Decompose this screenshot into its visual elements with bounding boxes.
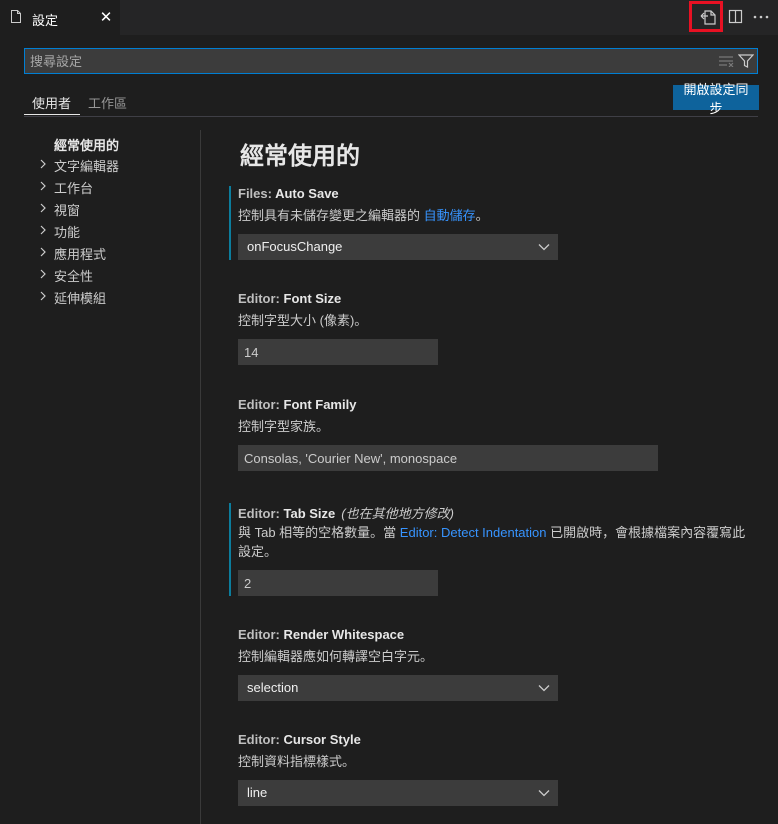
scope-divider (24, 116, 758, 117)
editor-tab-bar: 設定 ✕ (0, 0, 778, 35)
setting-editor-font-size: Editor: Font Size 控制字型大小 (像素)。 (238, 291, 758, 367)
toc-item-label: 視窗 (54, 203, 81, 218)
toc-item-label: 文字編輯器 (54, 159, 120, 174)
setting-title: Editor: Font Size (238, 291, 341, 306)
chevron-right-icon (40, 291, 46, 301)
toc-item-label: 安全性 (54, 269, 94, 284)
toc-item-label: 延伸模組 (54, 291, 107, 306)
setting-category: Editor: (238, 732, 284, 747)
highlight-box (689, 1, 723, 32)
auto-save-link[interactable]: 自動儲存 (424, 208, 476, 223)
tab-size-input[interactable] (238, 570, 438, 596)
chevron-right-icon (40, 247, 46, 257)
tab-workspace-settings[interactable]: 工作區 (88, 93, 127, 112)
clear-filter-icon[interactable] (718, 55, 734, 67)
modified-elsewhere-note: (也在其他地方修改) (341, 506, 454, 521)
cursor-style-select[interactable]: line (238, 780, 558, 806)
tab-user-settings[interactable]: 使用者 (32, 93, 71, 112)
setting-description: 控制字型家族。 (238, 419, 330, 434)
chevron-down-icon (538, 244, 550, 251)
setting-title: Editor: Tab Size (也在其他地方修改) (238, 503, 454, 522)
setting-key: Tab Size (283, 506, 336, 521)
font-size-input[interactable] (238, 339, 438, 365)
settings-tab[interactable]: 設定 ✕ (0, 0, 120, 35)
setting-description: 控制字型大小 (像素)。 (238, 313, 368, 328)
select-value: line (247, 785, 268, 800)
tab-title: 設定 (32, 13, 59, 28)
toc-divider (200, 130, 201, 824)
setting-editor-render-whitespace: Editor: Render Whitespace 控制編輯器應如何轉譯空白字元… (238, 627, 758, 703)
setting-key: Auto Save (275, 186, 339, 201)
setting-files-auto-save: Files: Auto Save 控制具有未儲存變更之編輯器的 自動儲存。 on… (238, 186, 758, 260)
setting-title: Files: Auto Save (238, 186, 339, 201)
setting-description: 控制資料指標樣式。 (238, 754, 356, 769)
chevron-down-icon (538, 685, 550, 692)
toc-item-label: 應用程式 (54, 247, 107, 262)
detect-indentation-link[interactable]: Editor: Detect Indentation (400, 525, 547, 540)
setting-key: Render Whitespace (283, 627, 405, 642)
more-actions-icon[interactable] (751, 8, 771, 26)
setting-category: Editor: (238, 291, 284, 306)
setting-category: Editor: (238, 397, 284, 412)
setting-description: 控制具有未儲存變更之編輯器的 自動儲存。 (238, 206, 758, 225)
active-tab-underline (24, 114, 80, 115)
setting-editor-cursor-style: Editor: Cursor Style 控制資料指標樣式。 line (238, 732, 758, 808)
setting-key: Cursor Style (283, 732, 361, 747)
filter-icon[interactable] (738, 54, 754, 68)
auto-save-select[interactable]: onFocusChange (238, 234, 558, 260)
chevron-right-icon (40, 181, 46, 191)
setting-key: Font Size (283, 291, 342, 306)
setting-editor-font-family: Editor: Font Family 控制字型家族。 (238, 397, 758, 473)
chevron-right-icon (40, 269, 46, 279)
description-text: 控制具有未儲存變更之編輯器的 (238, 208, 424, 223)
chevron-right-icon (40, 203, 46, 213)
chevron-right-icon (40, 159, 46, 169)
setting-title: Editor: Cursor Style (238, 732, 361, 747)
section-title: 經常使用的 (240, 143, 360, 170)
setting-category: Editor: (238, 506, 284, 521)
setting-key: Font Family (283, 397, 357, 412)
select-value: onFocusChange (247, 239, 343, 254)
toc-item-commonly-used[interactable]: 經常使用的 (54, 135, 119, 154)
modified-indicator (229, 503, 231, 596)
turn-on-settings-sync-button[interactable]: 開啟設定同步 (673, 82, 759, 116)
settings-search-box (24, 48, 758, 74)
chevron-right-icon (40, 225, 46, 235)
setting-category: Editor: (238, 627, 284, 642)
setting-description: 控制編輯器應如何轉譯空白字元。 (238, 649, 434, 664)
description-text: 。 (475, 208, 489, 223)
description-text: 與 Tab 相等的空格數量。當 (238, 525, 400, 540)
setting-editor-tab-size: Editor: Tab Size (也在其他地方修改) 與 Tab 相等的空格數量… (238, 503, 758, 596)
split-editor-icon[interactable] (726, 8, 746, 26)
search-input[interactable] (25, 49, 710, 73)
setting-title: Editor: Font Family (238, 397, 356, 412)
setting-category: Files: (238, 186, 276, 201)
modified-indicator (229, 186, 231, 260)
setting-description: 與 Tab 相等的空格數量。當 Editor: Detect Indentati… (238, 523, 758, 561)
font-family-input[interactable] (238, 445, 658, 471)
file-icon (11, 10, 21, 23)
toc-item-label: 工作台 (54, 181, 94, 196)
close-icon[interactable]: ✕ (98, 8, 114, 26)
select-value: selection (247, 680, 299, 695)
setting-title: Editor: Render Whitespace (238, 627, 404, 642)
render-whitespace-select[interactable]: selection (238, 675, 558, 701)
toc-item-label: 功能 (54, 225, 81, 240)
chevron-down-icon (538, 790, 550, 797)
